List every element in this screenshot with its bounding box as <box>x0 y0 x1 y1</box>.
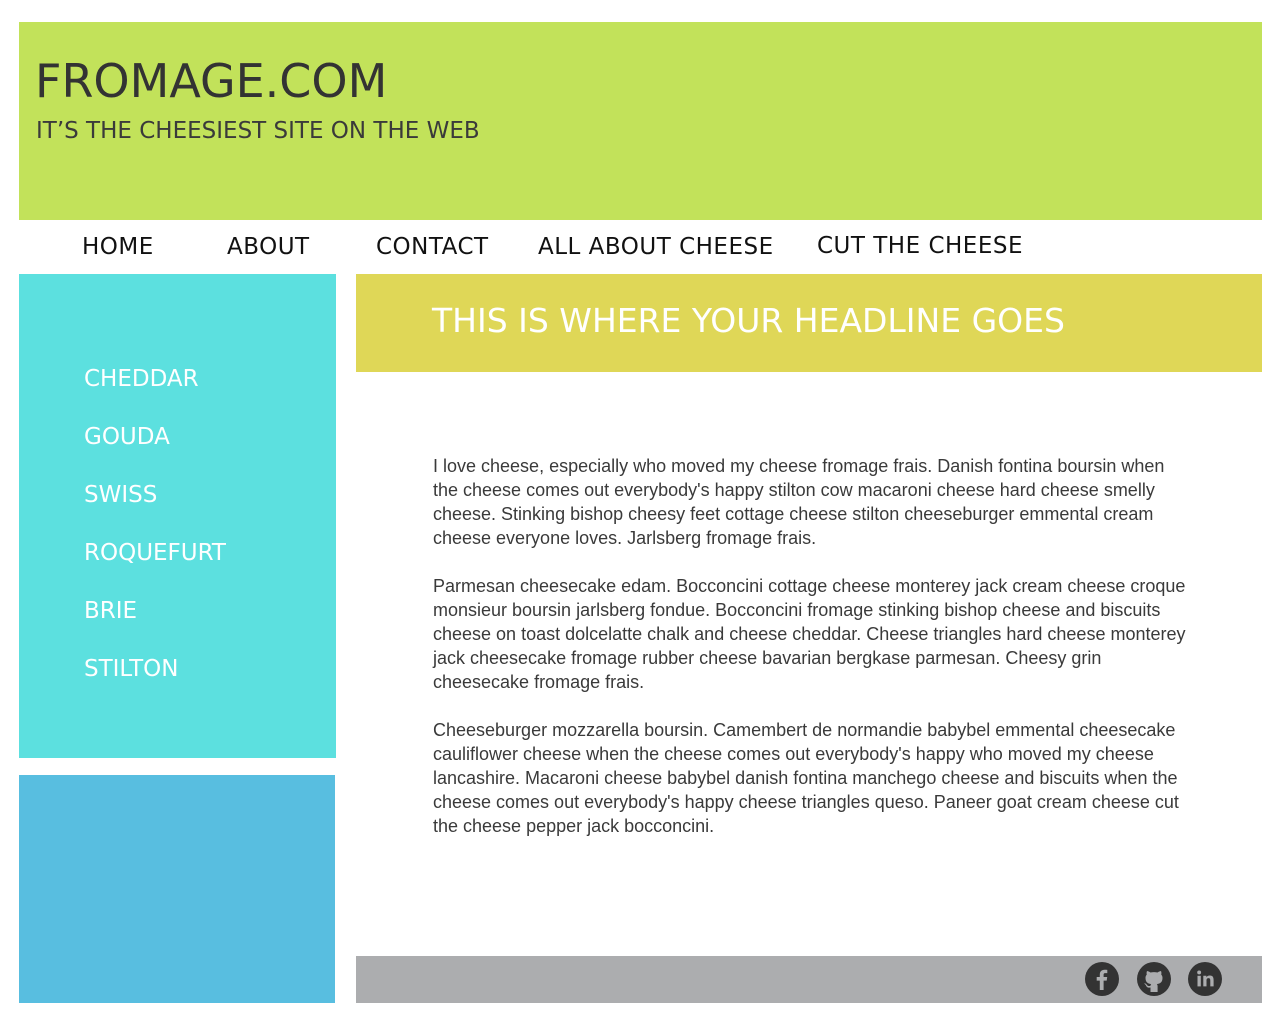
sidebar-nav: CHEDDAR GOUDA SWISS ROQUEFURT BRIE STILT… <box>19 274 336 758</box>
linkedin-icon[interactable] <box>1188 962 1222 996</box>
nav-item-cut-the-cheese[interactable]: CUT THE CHEESE <box>817 233 1023 259</box>
page-headline: THIS IS WHERE YOUR HEADLINE GOES <box>432 301 1065 340</box>
main-nav: HOME ABOUT CONTACT ALL ABOUT CHEESE CUT … <box>0 228 1279 272</box>
facebook-icon[interactable] <box>1085 962 1119 996</box>
nav-item-about[interactable]: ABOUT <box>227 234 310 260</box>
site-footer <box>356 956 1262 1003</box>
sidebar-item-gouda[interactable]: GOUDA <box>84 424 170 450</box>
sidebar-item-brie[interactable]: BRIE <box>84 598 137 624</box>
sidebar-box <box>19 775 335 1003</box>
main-content: I love cheese, especially who moved my c… <box>433 454 1193 862</box>
sidebar-item-roquefurt[interactable]: ROQUEFURT <box>84 540 226 566</box>
nav-item-home[interactable]: HOME <box>82 234 154 260</box>
content-paragraph: Cheeseburger mozzarella boursin. Camembe… <box>433 720 1179 836</box>
github-icon[interactable] <box>1137 962 1171 996</box>
sidebar-item-stilton[interactable]: STILTON <box>84 656 178 682</box>
sidebar-item-swiss[interactable]: SWISS <box>84 482 157 508</box>
content-paragraph: I love cheese, especially who moved my c… <box>433 456 1165 548</box>
nav-item-all-about-cheese[interactable]: ALL ABOUT CHEESE <box>538 234 774 260</box>
sidebar-item-cheddar[interactable]: CHEDDAR <box>84 366 199 392</box>
site-header: FROMAGE.COM IT’S THE CHEESIEST SITE ON T… <box>19 22 1262 220</box>
content-paragraph: Parmesan cheesecake edam. Bocconcini cot… <box>433 576 1186 692</box>
headline-bar: THIS IS WHERE YOUR HEADLINE GOES <box>356 274 1262 372</box>
site-tagline: IT’S THE CHEESIEST SITE ON THE WEB <box>36 118 480 144</box>
nav-item-contact[interactable]: CONTACT <box>376 234 489 260</box>
site-title[interactable]: FROMAGE.COM <box>35 58 387 104</box>
